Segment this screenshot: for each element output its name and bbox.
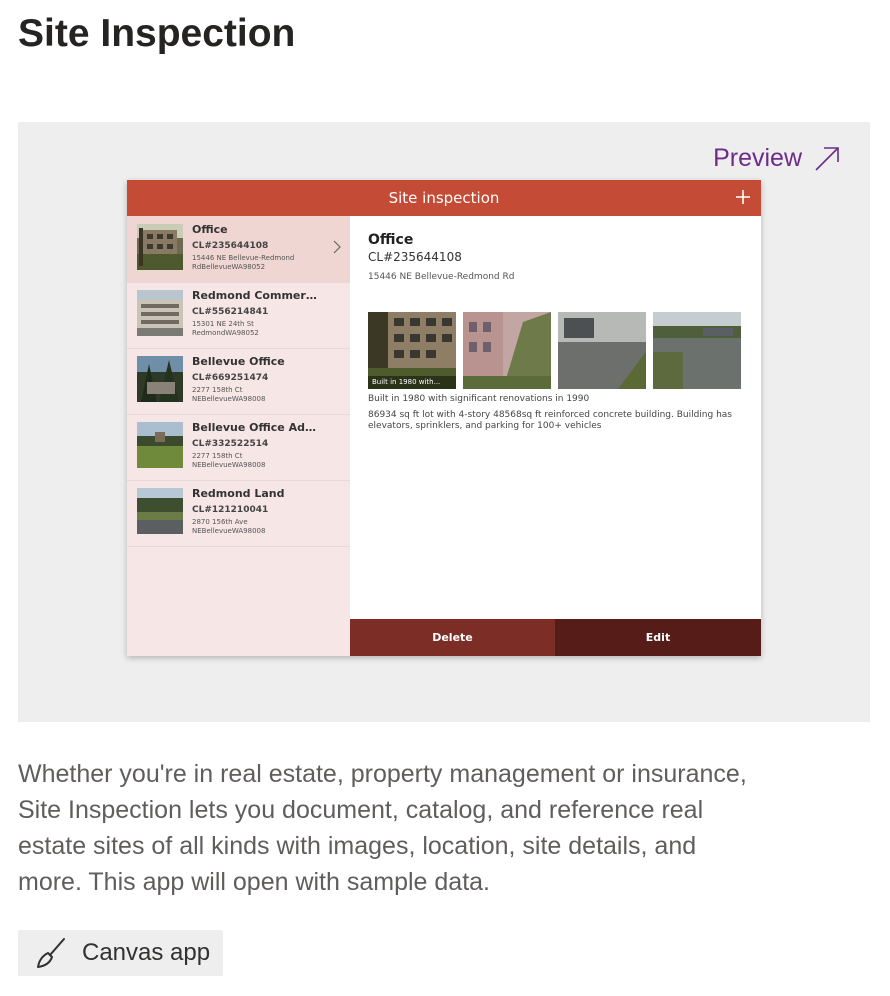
delete-button[interactable]: Delete — [350, 619, 555, 656]
photo-caption: Built in 1980 with... — [368, 376, 456, 389]
photo-image — [653, 312, 741, 389]
site-address: 2277 158th Ct NEBellevueWA98008 — [192, 386, 266, 403]
preview-label: Preview — [713, 144, 802, 172]
site-id: CL#669251474 — [192, 373, 269, 383]
list-item[interactable]: Bellevue Office Add... CL#332522514 2277… — [127, 414, 350, 481]
site-photo[interactable] — [653, 312, 741, 389]
page-title: Site Inspection — [18, 12, 296, 55]
site-address: 2870 156th Ave NEBellevueWA98008 — [192, 518, 266, 535]
site-thumbnail — [137, 488, 183, 534]
list-item[interactable]: Office CL#235644108 15446 NE Bellevue-Re… — [127, 216, 350, 283]
arrow-up-right-icon — [815, 146, 839, 171]
sites-list: Office CL#235644108 15446 NE Bellevue-Re… — [127, 216, 350, 656]
list-item[interactable]: Bellevue Office CL#669251474 2277 158th … — [127, 348, 350, 415]
site-thumbnail — [137, 356, 183, 402]
site-name: Redmond Land — [192, 487, 285, 500]
chevron-right-icon — [333, 240, 341, 254]
site-address: 2277 158th Ct NEBellevueWA98008 — [192, 452, 266, 469]
site-name: Bellevue Office Add... — [192, 421, 320, 434]
list-item[interactable]: Redmond Commerc... CL#556214841 15301 NE… — [127, 282, 350, 349]
site-photo[interactable]: Built in 1980 with... — [368, 312, 456, 389]
site-photo[interactable] — [463, 312, 551, 389]
app-description: Whether you're in real estate, property … — [18, 760, 747, 896]
site-address: 15301 NE 24th St RedmondWA98052 — [192, 320, 259, 337]
site-name: Bellevue Office — [192, 355, 285, 368]
preview-link[interactable]: Preview — [713, 144, 840, 173]
site-id: CL#332522514 — [192, 439, 269, 449]
app-title: Site inspection — [388, 189, 500, 207]
site-detail: Office CL#235644108 15446 NE Bellevue-Re… — [350, 216, 761, 620]
site-thumbnail — [137, 224, 183, 270]
photo-image — [558, 312, 646, 389]
site-thumbnail — [137, 422, 183, 468]
site-name: Office — [192, 223, 228, 236]
site-photo[interactable] — [558, 312, 646, 389]
edit-button[interactable]: Edit — [555, 619, 761, 656]
app-mockup: Site inspection Office CL#235644108 1544… — [127, 180, 761, 656]
app-type-badge: Canvas app — [18, 930, 223, 976]
site-id: CL#235644108 — [192, 241, 269, 251]
detail-address: 15446 NE Bellevue-Redmond Rd — [368, 272, 515, 282]
photo-image — [463, 312, 551, 389]
site-id: CL#556214841 — [192, 307, 269, 317]
detail-name: Office — [368, 232, 414, 248]
paintbrush-icon — [37, 938, 65, 968]
detail-id: CL#235644108 — [368, 250, 462, 264]
plus-icon[interactable] — [735, 189, 751, 205]
app-preview-panel: Preview Site inspection Office CL#235644… — [18, 122, 870, 722]
site-name: Redmond Commerc... — [192, 289, 320, 302]
site-address: 15446 NE Bellevue-Redmond RdBellevueWA98… — [192, 254, 295, 271]
list-item[interactable]: Redmond Land CL#121210041 2870 156th Ave… — [127, 480, 350, 547]
detail-description: 86934 sq ft lot with 4-story 48568sq ft … — [368, 410, 732, 431]
site-id: CL#121210041 — [192, 505, 269, 515]
site-thumbnail — [137, 290, 183, 336]
app-type-label: Canvas app — [82, 939, 211, 966]
app-header: Site inspection — [127, 180, 761, 216]
detail-built: Built in 1980 with significant renovatio… — [368, 394, 590, 404]
